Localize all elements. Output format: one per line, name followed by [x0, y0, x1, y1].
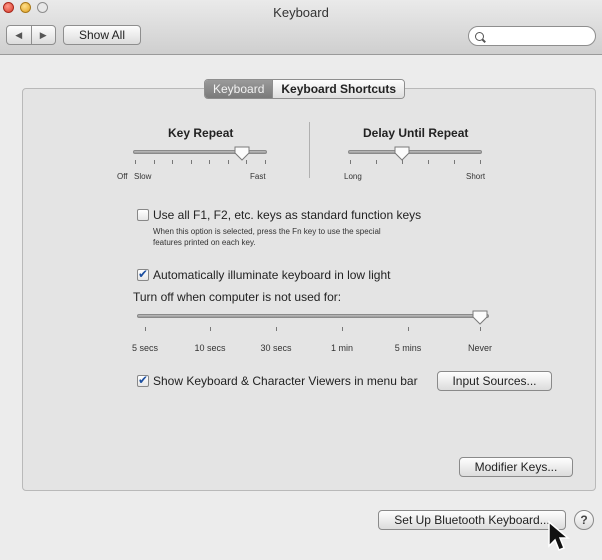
slider-tick: [153, 160, 155, 164]
nav-back-forward: ◀ ▶: [6, 25, 56, 45]
function-keys-checkbox[interactable]: [137, 209, 149, 221]
slider-tick: [227, 160, 229, 164]
slider-tick: [428, 160, 429, 164]
section-divider: [309, 122, 310, 178]
turn-off-tick: [210, 327, 211, 331]
slider-tick: [350, 160, 351, 164]
turn-off-slider-thumb[interactable]: [472, 310, 488, 325]
turn-off-tick: [342, 327, 343, 331]
key-repeat-label: Key Repeat: [168, 126, 234, 140]
show-all-button[interactable]: Show All: [63, 25, 141, 45]
search-field[interactable]: [468, 26, 596, 46]
turn-off-tick: [145, 327, 146, 331]
turn-off-tick-label: 10 secs: [194, 343, 226, 353]
slider-tick: [265, 160, 266, 164]
slider-tick: [376, 160, 377, 164]
turn-off-tick-label: 5 secs: [131, 343, 158, 353]
turn-off-tick: [408, 327, 409, 331]
turn-off-tick: [480, 327, 481, 331]
viewers-checkbox[interactable]: [137, 373, 149, 387]
delay-slider-track[interactable]: [348, 150, 482, 154]
slider-tick: [190, 160, 192, 164]
turn-off-tick-label: 5 mins: [394, 343, 422, 353]
key-repeat-off-label: Off: [117, 172, 128, 181]
search-icon: [475, 31, 484, 41]
delay-short-label: Short: [466, 172, 486, 181]
function-keys-label[interactable]: Use all F1, F2, etc. keys as standard fu…: [153, 208, 421, 222]
input-sources-button[interactable]: Input Sources...: [437, 371, 552, 391]
turn-off-tick: [276, 327, 277, 331]
illuminate-label[interactable]: Automatically illuminate keyboard in low…: [153, 268, 390, 282]
delay-slider-thumb[interactable]: [394, 146, 410, 161]
modifier-keys-button[interactable]: Modifier Keys...: [459, 457, 573, 477]
viewers-label[interactable]: Show Keyboard & Character Viewers in men…: [153, 374, 418, 388]
function-keys-help-line1: When this option is selected, press the …: [153, 227, 381, 236]
key-repeat-slider-thumb[interactable]: [234, 146, 250, 161]
delay-long-label: Long: [344, 172, 362, 181]
mouse-pointer-icon: [548, 520, 571, 551]
slider-tick: [172, 160, 174, 164]
turn-off-slider-track[interactable]: [137, 314, 489, 318]
slider-tick: [135, 160, 136, 164]
illuminate-checkbox[interactable]: [137, 267, 149, 281]
tab-bar: Keyboard Keyboard Shortcuts: [204, 79, 406, 99]
tab-keyboard-shortcuts[interactable]: Keyboard Shortcuts: [272, 80, 405, 98]
forward-arrow-icon[interactable]: ▶: [30, 26, 56, 44]
search-input[interactable]: [490, 29, 594, 43]
function-keys-help-line2: features printed on each key.: [153, 238, 256, 247]
back-arrow-icon[interactable]: ◀: [7, 26, 31, 44]
key-repeat-fast-label: Fast: [250, 172, 266, 181]
slider-tick: [480, 160, 481, 164]
bluetooth-keyboard-button[interactable]: Set Up Bluetooth Keyboard...: [378, 510, 566, 530]
turn-off-tick-label: Never: [467, 343, 492, 353]
key-repeat-slow-label: Slow: [134, 172, 152, 181]
turn-off-tick-label: 30 secs: [260, 343, 292, 353]
slider-tick: [209, 160, 211, 164]
tab-keyboard[interactable]: Keyboard: [205, 80, 273, 98]
turn-off-tick-label: 1 min: [330, 343, 353, 353]
help-button[interactable]: ?: [574, 510, 594, 530]
title-bar: Keyboard ◀ ▶ Show All: [0, 0, 602, 55]
window-title: Keyboard: [273, 5, 329, 20]
delay-until-repeat-label: Delay Until Repeat: [363, 126, 469, 140]
turn-off-label: Turn off when computer is not used for:: [133, 290, 342, 304]
slider-tick: [454, 160, 455, 164]
